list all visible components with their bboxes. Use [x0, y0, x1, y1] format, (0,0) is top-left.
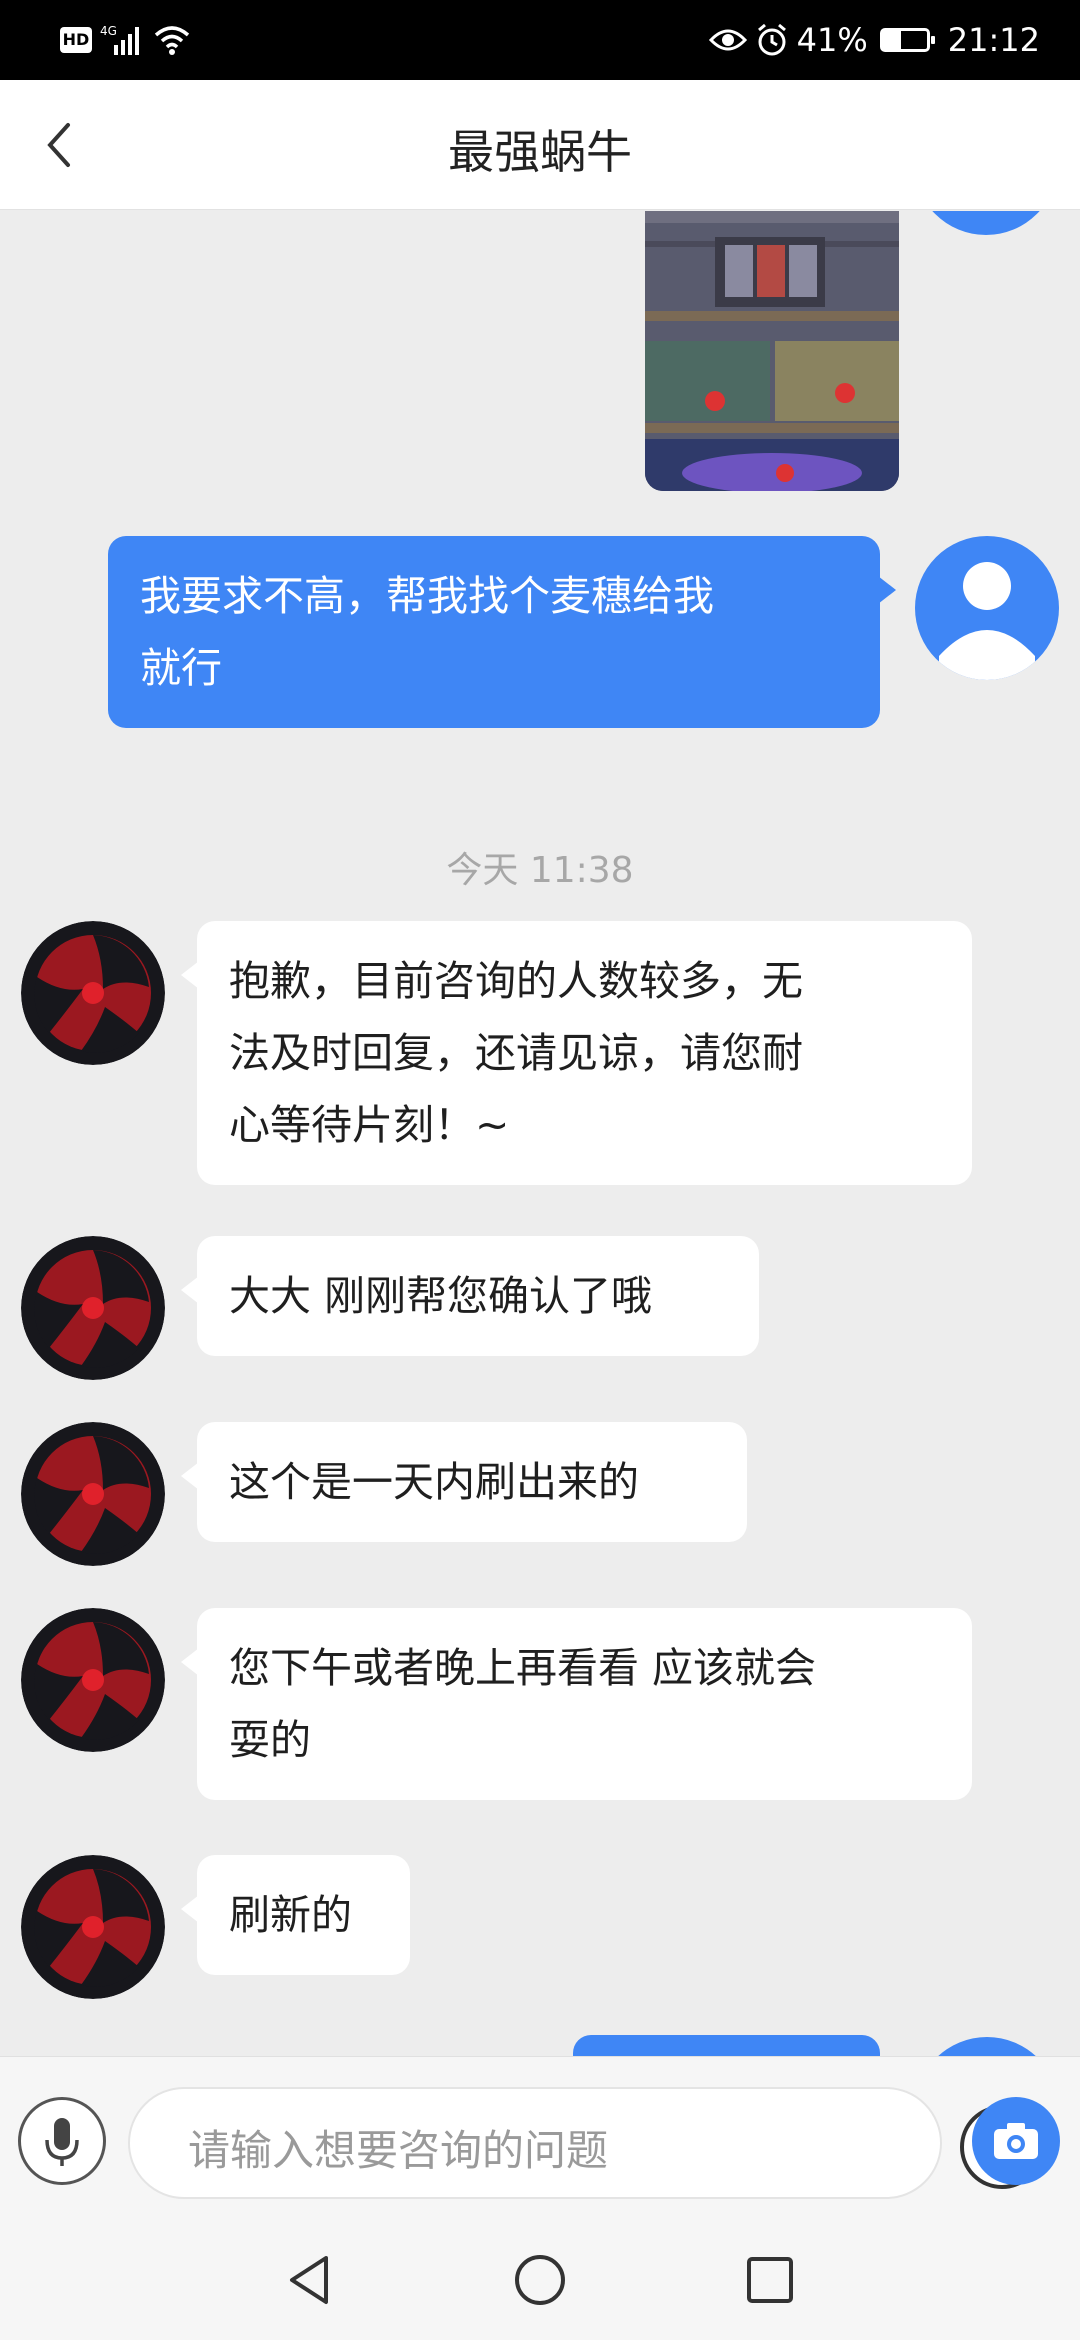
status-bar: HD 4G 41% 21:12 [0, 0, 1080, 80]
header: 最强蜗牛 [0, 80, 1080, 210]
sharingan-icon [21, 1608, 165, 1752]
message-bubble-incoming[interactable]: 您下午或者晚上再看看 应该就会 耍的 [181, 1608, 972, 1800]
shared-image[interactable] [645, 211, 899, 491]
camera-icon [994, 2123, 1038, 2159]
back-triangle-icon[interactable] [280, 2250, 340, 2310]
message-bubble-outgoing[interactable] [573, 2035, 880, 2056]
user-avatar[interactable] [915, 536, 1059, 680]
hd-icon: HD [60, 27, 92, 53]
message-line: 我要求不高，帮我找个麦穗给我 [140, 572, 714, 620]
eye-icon [708, 29, 747, 51]
message-line: 耍的 [229, 1716, 311, 1764]
message-line: 法及时回复，还请见谅，请您耐 [229, 1029, 803, 1077]
message-line: 这个是一天内刷出来的 [229, 1458, 639, 1506]
recent-square-icon[interactable] [740, 2250, 800, 2310]
person-icon [939, 562, 1035, 680]
message-line: 刷新的 [229, 1891, 352, 1939]
message-bubble-incoming[interactable]: 抱歉，目前咨询的人数较多，无 法及时回复，还请见谅，请您耐 心等待片刻！~ [181, 921, 972, 1185]
message-line: 您下午或者晚上再看看 应该就会 [229, 1644, 817, 1692]
message-line: 心等待片刻！~ [229, 1101, 510, 1149]
camera-button[interactable] [972, 2097, 1060, 2185]
message-bubble-incoming[interactable]: 刷新的 [181, 1855, 410, 1975]
timestamp: 今天 11:38 [446, 850, 634, 891]
alarm-icon [757, 23, 786, 56]
battery-percent: 41% [796, 21, 868, 59]
input-bar: 请输入想要咨询的问题 [0, 2056, 1080, 2220]
sharingan-icon [21, 921, 165, 1065]
network-label: 4G [100, 24, 117, 38]
microphone-icon [45, 2118, 79, 2166]
user-avatar [914, 211, 1058, 235]
sharingan-icon [21, 1855, 165, 1999]
question-input[interactable]: 请输入想要咨询的问题 [128, 2087, 1044, 2199]
battery-icon [879, 28, 935, 52]
clock: 21:12 [947, 21, 1040, 59]
user-avatar [915, 2037, 1059, 2056]
message-line: 大大 刚刚帮您确认了哦 [229, 1272, 653, 1320]
signal-icon: 4G [100, 24, 139, 55]
sharingan-icon [21, 1236, 165, 1380]
page-title: 最强蜗牛 [448, 125, 632, 179]
agent-avatar[interactable] [21, 1608, 165, 1752]
message-bubble-incoming[interactable]: 大大 刚刚帮您确认了哦 [181, 1236, 759, 1356]
message-line: 就行 [140, 644, 222, 692]
message-bubble-incoming[interactable]: 这个是一天内刷出来的 [181, 1422, 747, 1542]
message-bubble-outgoing[interactable]: 我要求不高，帮我找个麦穗给我 就行 [108, 536, 896, 728]
voice-button[interactable] [18, 2097, 106, 2185]
agent-avatar[interactable] [21, 1855, 165, 1999]
navigation-bar [0, 2220, 1080, 2340]
agent-avatar[interactable] [21, 1236, 165, 1380]
wifi-icon [154, 26, 190, 55]
game-screenshot-image [645, 211, 899, 491]
input-placeholder: 请输入想要咨询的问题 [188, 2126, 609, 2175]
battery-fill [882, 31, 901, 49]
message-line: 抱歉，目前咨询的人数较多，无 [229, 957, 803, 1005]
chat-area[interactable]: 我要求不高，帮我找个麦穗给我 就行 今天 11:38 抱歉，目前咨询的人数较多，… [0, 211, 1080, 2056]
agent-avatar[interactable] [21, 1422, 165, 1566]
agent-avatar[interactable] [21, 921, 165, 1065]
home-circle-icon[interactable] [510, 2250, 570, 2310]
sharingan-icon [21, 1422, 165, 1566]
